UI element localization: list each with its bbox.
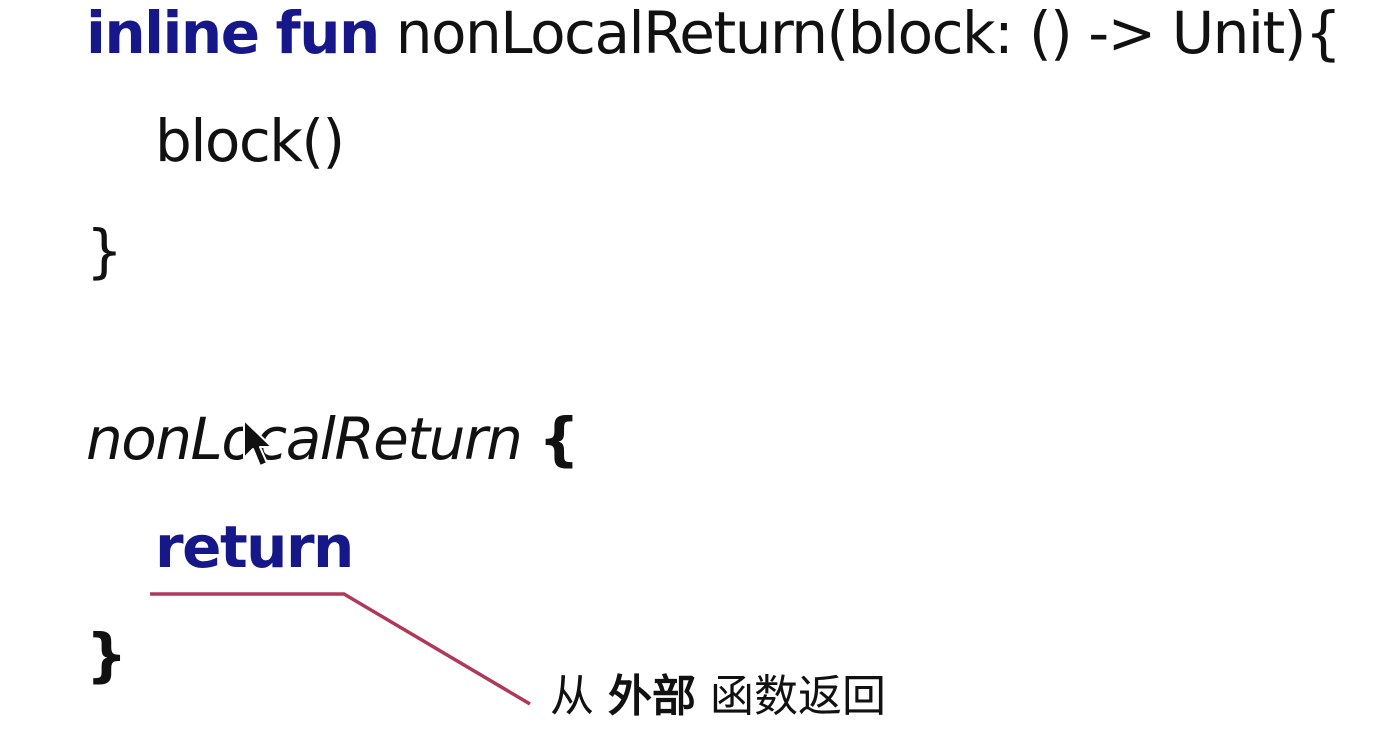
keyword-fun: fun (275, 0, 381, 67)
annotation-prefix: 从 (550, 671, 594, 722)
code-line-function-signature: inline fun nonLocalReturn(block: () -> U… (86, 4, 1342, 62)
call-open-brace: { (538, 405, 579, 473)
code-line-return: return (155, 518, 354, 576)
code-line-closing-brace: } (86, 217, 123, 285)
keyword-inline: inline (86, 0, 260, 67)
annotation-emphasis: 外部 (608, 671, 696, 722)
code-line-block-call: block() (155, 107, 345, 175)
code-line-function-call: nonLocalReturn { (86, 410, 580, 468)
call-function-name: nonLocalReturn (86, 405, 523, 473)
annotation-callout-line (150, 592, 531, 706)
code-slide: inline fun nonLocalReturn(block: () -> U… (0, 0, 1396, 732)
function-signature: nonLocalReturn(block: () -> Unit){ (395, 0, 1342, 67)
code-line-final-brace: } (86, 621, 127, 689)
annotation-label: 从 外部 函数返回 (550, 675, 886, 719)
annotation-suffix: 函数返回 (710, 671, 886, 722)
keyword-return: return (155, 513, 354, 581)
